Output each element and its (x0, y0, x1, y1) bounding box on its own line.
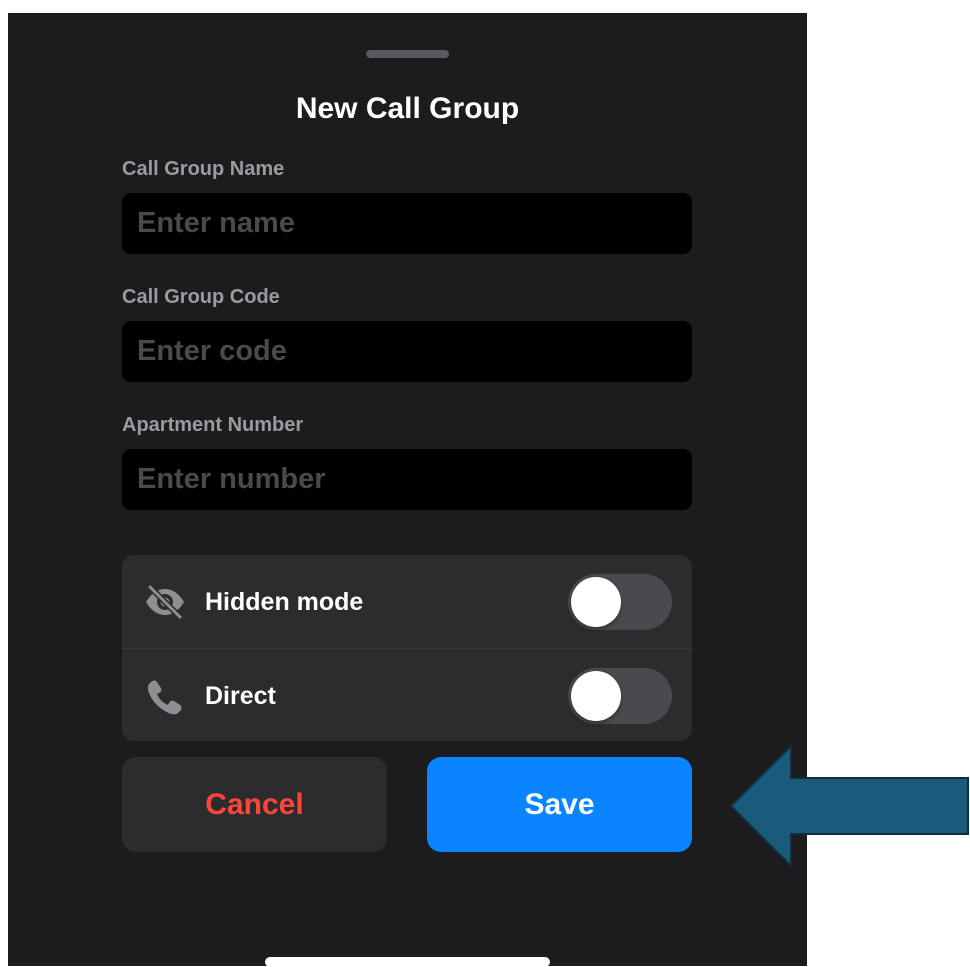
apartment-number-input[interactable] (122, 449, 692, 510)
direct-toggle[interactable] (568, 668, 672, 724)
call-group-name-label: Call Group Name (122, 158, 285, 180)
cancel-button[interactable]: Cancel (122, 757, 387, 852)
call-group-code-label: Call Group Code (122, 286, 280, 308)
hidden-mode-toggle-knob (571, 577, 621, 627)
sheet-title: New Call Group (295, 92, 520, 125)
direct-toggle-knob (571, 671, 621, 721)
hidden-mode-row: Hidden mode (122, 555, 692, 648)
hidden-mode-toggle[interactable] (568, 574, 672, 630)
new-call-group-sheet: New Call Group Call Group Name Call Grou… (8, 13, 807, 967)
direct-label: Direct (205, 682, 276, 710)
direct-row: Direct (122, 649, 692, 742)
save-button[interactable]: Save (427, 757, 692, 852)
toggles-card: Hidden mode Direct (122, 555, 692, 741)
eye-slash-icon (144, 583, 186, 621)
phone-icon (144, 677, 186, 715)
hidden-mode-label: Hidden mode (205, 588, 364, 616)
call-group-name-input[interactable] (122, 193, 692, 254)
apartment-number-label: Apartment Number (122, 414, 304, 436)
call-group-code-input[interactable] (122, 321, 692, 382)
annotation-arrow-icon (729, 743, 969, 869)
sheet-grabber[interactable] (366, 50, 449, 58)
